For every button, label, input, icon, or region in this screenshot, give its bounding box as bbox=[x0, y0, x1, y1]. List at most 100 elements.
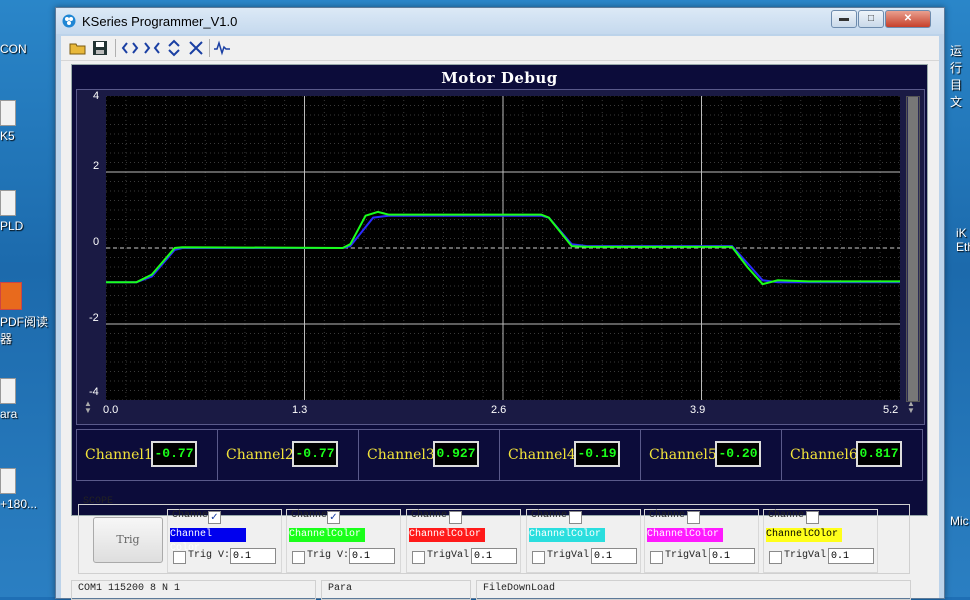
channel-enable-checkbox[interactable] bbox=[806, 511, 819, 524]
toolbar bbox=[61, 36, 939, 61]
trig-value-input[interactable]: 0.1 bbox=[709, 548, 755, 564]
trig-button[interactable]: Trig bbox=[93, 517, 163, 563]
channel-color-button[interactable]: ChannelColor bbox=[409, 528, 485, 542]
channel-readout: Channel4 -0.19 bbox=[499, 429, 641, 481]
x-tick-label: 0.0 bbox=[103, 404, 119, 416]
scope-settings-group: SCOPE Trig Channe ✓ Channel Color Trig V: 0.… bbox=[71, 496, 911, 574]
scroll-thumb[interactable] bbox=[908, 97, 918, 401]
desktop-icon-label: ara bbox=[0, 407, 18, 421]
desktop-icon-180[interactable]: +180... bbox=[0, 468, 37, 511]
trig-checkbox[interactable] bbox=[173, 551, 186, 564]
y-tick-label: -2 bbox=[89, 312, 99, 324]
desktop-icon-con[interactable]: CON bbox=[0, 42, 27, 56]
trig-checkbox[interactable] bbox=[650, 551, 663, 564]
pdf-reader-icon bbox=[0, 282, 22, 310]
desktop-icon-label: 运行 bbox=[950, 44, 963, 75]
app-logo-icon bbox=[62, 14, 76, 28]
waveform-icon[interactable] bbox=[213, 39, 231, 57]
app-window: KSeries Programmer_V1.0 ▬ □ ✕ Motor Debu… bbox=[55, 7, 945, 600]
trig-label: TrigVal bbox=[665, 550, 708, 561]
save-icon[interactable] bbox=[91, 39, 109, 57]
desktop-icon-pld[interactable]: PLD bbox=[0, 190, 23, 233]
trig-value-input[interactable]: 0.1 bbox=[471, 548, 517, 564]
x-spin-icon[interactable]: ▲ ▼ bbox=[906, 400, 916, 415]
channel-label: Channel3 bbox=[367, 447, 435, 463]
channel-enable-checkbox-checked[interactable]: ✓ bbox=[327, 511, 340, 524]
desktop-icon-right3[interactable]: Mic bbox=[950, 514, 969, 528]
plot-area[interactable] bbox=[105, 95, 901, 401]
desktop-icon-label: Mic bbox=[950, 514, 969, 528]
channel-caption: Channe bbox=[291, 510, 328, 521]
channel-value: 0.817 bbox=[856, 441, 902, 467]
trig-value-input[interactable]: 0.1 bbox=[591, 548, 637, 564]
disconnect-icon[interactable] bbox=[143, 39, 161, 57]
vertical-scrollbar[interactable] bbox=[906, 96, 920, 402]
title-bar[interactable]: KSeries Programmer_V1.0 ▬ □ ✕ bbox=[56, 8, 944, 34]
connect-icon[interactable] bbox=[121, 39, 139, 57]
status-bar: COM1 115200 8 N 1 Para FileDownLoad bbox=[71, 580, 911, 600]
port-status: COM1 115200 8 N 1 bbox=[71, 580, 316, 600]
x-tick-label: 2.6 bbox=[491, 404, 507, 416]
channel-enable-checkbox[interactable] bbox=[569, 511, 582, 524]
trig-checkbox[interactable] bbox=[769, 551, 782, 564]
panel-title: Motor Debug bbox=[441, 69, 558, 87]
trig-label: Trig V: bbox=[307, 550, 350, 561]
desktop-icon-label: CON bbox=[0, 42, 27, 56]
desktop-icon-label: iK bbox=[956, 226, 967, 240]
x-tick-label: 1.3 bbox=[292, 404, 308, 416]
trig-checkbox[interactable] bbox=[292, 551, 305, 564]
channel-readout: Channel2 -0.77 bbox=[217, 429, 359, 481]
channel-color-button[interactable]: ChannelCOlor bbox=[766, 528, 842, 542]
channel-value: -0.19 bbox=[574, 441, 620, 467]
channel-label: Channel6 bbox=[790, 447, 858, 463]
desktop-icon-k5[interactable]: K5 bbox=[0, 100, 16, 143]
client-area: Motor Debug 4 2 0 -2 -4 ▲ ▼ 0.0 1.3 2.6 3… bbox=[61, 36, 939, 600]
close-icon: ✕ bbox=[903, 13, 913, 24]
channel-color-button[interactable]: ChannelColor bbox=[289, 528, 365, 542]
channel-value: -0.20 bbox=[715, 441, 761, 467]
channel-readout: Channel5 -0.20 bbox=[640, 429, 782, 481]
maximize-button[interactable]: □ bbox=[858, 10, 884, 28]
channel-readouts: Channel1 -0.77 Channel2 -0.77 Channel3 0… bbox=[76, 429, 923, 481]
channel-caption: Channe bbox=[649, 510, 686, 521]
channel-enable-checkbox[interactable] bbox=[449, 511, 462, 524]
scope-channel-box: Channe ✓ ChannelColor Trig V: 0.1 bbox=[286, 509, 401, 573]
x-tick-label: 5.2 bbox=[883, 404, 899, 416]
close-button[interactable]: ✕ bbox=[885, 10, 931, 28]
desktop-icon-right1[interactable]: 运行 目文 bbox=[950, 42, 970, 110]
desktop-icon-ara[interactable]: ara bbox=[0, 378, 17, 421]
channel-color-button[interactable]: ChannelColor bbox=[647, 528, 723, 542]
trig-label: TrigVal bbox=[427, 550, 470, 561]
trig-checkbox[interactable] bbox=[412, 551, 425, 564]
channel-enable-checkbox[interactable] bbox=[687, 511, 700, 524]
desktop-icon-right2[interactable]: iKEthe bbox=[956, 226, 970, 254]
desktop-icon-label: K5 bbox=[0, 129, 15, 143]
open-folder-icon[interactable] bbox=[69, 39, 87, 57]
expand-icon[interactable] bbox=[165, 39, 183, 57]
file-icon bbox=[0, 378, 16, 404]
channel-readout: Channel3 0.927 bbox=[358, 429, 500, 481]
group-title: SCOPE bbox=[83, 496, 114, 507]
desktop-icon-label: 器 bbox=[0, 332, 13, 346]
trig-value-input[interactable]: 0.1 bbox=[828, 548, 874, 564]
channel-color-button[interactable]: Channel Color bbox=[170, 528, 246, 554]
channel-color-button[interactable]: ChannelColor bbox=[529, 528, 605, 542]
channel-value: -0.77 bbox=[292, 441, 338, 467]
channel-label: Channel5 bbox=[649, 447, 717, 463]
minimize-button[interactable]: ▬ bbox=[831, 10, 857, 28]
channel-value: -0.77 bbox=[151, 441, 197, 467]
y-spin-icon[interactable]: ▲ ▼ bbox=[83, 400, 93, 415]
channel-caption: Channe bbox=[531, 510, 568, 521]
close-x-icon[interactable] bbox=[187, 39, 205, 57]
channel-readout: Channel1 -0.77 bbox=[76, 429, 218, 481]
desktop-icon-label: +180... bbox=[0, 497, 38, 511]
oscilloscope: 4 2 0 -2 -4 ▲ ▼ 0.0 1.3 2.6 3.9 5.2 ▲ ▼ bbox=[76, 89, 925, 425]
y-tick-label: 2 bbox=[93, 160, 100, 172]
desktop-icon-pdf[interactable]: PDF阅读器 bbox=[0, 282, 48, 347]
channel-enable-checkbox-checked[interactable]: ✓ bbox=[208, 511, 221, 524]
trig-value-input[interactable]: 0.1 bbox=[230, 548, 276, 564]
trig-value-input[interactable]: 0.1 bbox=[349, 548, 395, 564]
channel-caption: Channe bbox=[411, 510, 448, 521]
desktop-icon-label: PDF阅读 bbox=[0, 315, 49, 329]
trig-checkbox[interactable] bbox=[532, 551, 545, 564]
